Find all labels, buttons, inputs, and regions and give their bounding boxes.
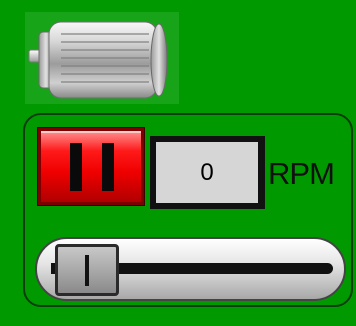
pause-button[interactable] [38, 128, 144, 205]
speed-display: 0 [150, 136, 265, 209]
speed-value: 0 [200, 158, 214, 186]
motor-icon [28, 21, 168, 99]
slider-groove [107, 263, 333, 274]
motor-image [25, 12, 179, 104]
pause-icon [70, 143, 82, 191]
speed-unit-label: RPM [268, 156, 335, 191]
slider-thumb[interactable] [55, 244, 119, 296]
pause-icon-bar [102, 143, 114, 191]
speed-slider[interactable] [35, 237, 346, 301]
slider-grip-icon [85, 255, 89, 286]
